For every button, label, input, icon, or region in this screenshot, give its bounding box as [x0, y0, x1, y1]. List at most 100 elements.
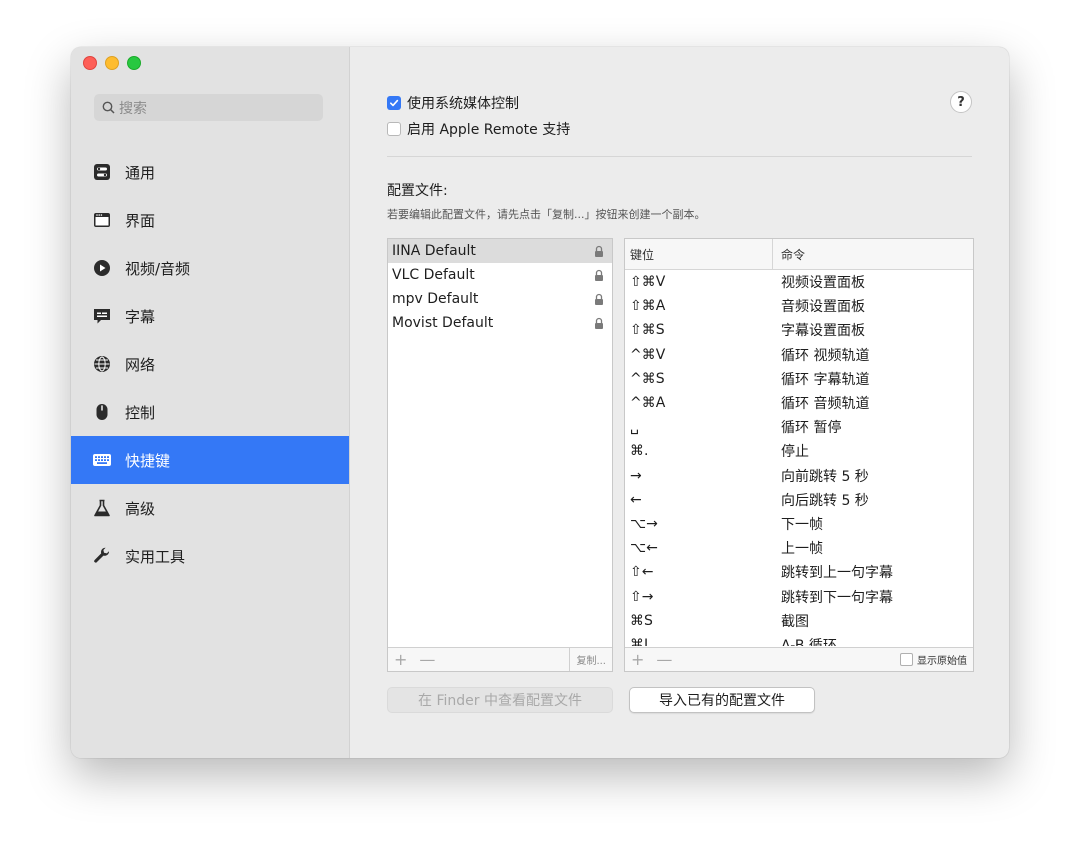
key-binding-rows: ⇧⌘V 视频设置面板 ⇧⌘A 音频设置面板 ⇧⌘S 字幕设置面板 ^⌘V 循环 视频轨道 ^⌘S… — [625, 270, 973, 646]
sidebar-nav: 通用 界面 视频/音频 字幕 网络 控制 快捷键 高级 实用工具 — [71, 148, 349, 580]
command-cell: 截图 — [781, 613, 809, 630]
list-item[interactable]: mpv Default — [388, 287, 612, 311]
sidebar-item-label: 通用 — [125, 163, 156, 182]
key-cell: ⇧← — [630, 564, 654, 581]
command-cell: 向后跳转 5 秒 — [781, 492, 869, 509]
sidebar-item-label: 实用工具 — [125, 547, 186, 566]
sidebar-item-label: 控制 — [125, 403, 156, 422]
key-cell: ␣ — [630, 419, 639, 436]
table-row[interactable]: ⇧→ 跳转到下一句字幕 — [625, 584, 973, 608]
command-cell: 音频设置面板 — [781, 299, 865, 316]
remove-binding-button[interactable]: — — [650, 650, 678, 669]
sidebar-item-label: 快捷键 — [125, 451, 171, 470]
sidebar-item-utilities[interactable]: 实用工具 — [71, 532, 349, 580]
lock-icon — [595, 245, 603, 257]
column-header-key[interactable]: 键位 — [625, 239, 773, 269]
key-cell: ^⌘V — [630, 346, 666, 363]
table-row[interactable]: ^⌘V 循环 视频轨道 — [625, 343, 973, 367]
enable-apple-remote-checkbox[interactable]: 启用 Apple Remote 支持 — [387, 119, 570, 139]
command-cell: 循环 音频轨道 — [781, 396, 870, 413]
use-system-media-control-checkbox[interactable]: 使用系统媒体控制 — [387, 93, 519, 113]
zoom-window-button[interactable] — [127, 56, 141, 70]
list-item[interactable]: VLC Default — [388, 263, 612, 287]
close-window-button[interactable] — [83, 56, 97, 70]
mouse-icon — [91, 401, 113, 423]
sidebar-item-advanced[interactable]: 高级 — [71, 484, 349, 532]
remove-profile-button[interactable]: — — [413, 650, 441, 669]
command-cell: 向前跳转 5 秒 — [781, 468, 869, 485]
add-profile-button[interactable]: + — [388, 650, 413, 669]
switches-icon — [91, 161, 113, 183]
sidebar-item-general[interactable]: 通用 — [71, 148, 349, 196]
profile-list-footer: + — 复制... — [388, 647, 612, 671]
column-header-command[interactable]: 命令 — [773, 246, 805, 263]
table-row[interactable]: ⌥→ 下一帧 — [625, 512, 973, 536]
key-cell: ← — [630, 491, 642, 508]
import-profile-button[interactable]: 导入已有的配置文件 — [629, 687, 815, 713]
table-row[interactable]: ⌘. 停止 — [625, 439, 973, 463]
add-binding-button[interactable]: + — [625, 650, 650, 669]
help-icon: ? — [957, 94, 965, 110]
key-cell: ⌘. — [630, 443, 649, 460]
table-row[interactable]: ⇧⌘A 音频设置面板 — [625, 294, 973, 318]
key-cell: ⇧→ — [630, 588, 654, 605]
search-icon — [102, 101, 115, 114]
checkbox-label: 启用 Apple Remote 支持 — [407, 122, 571, 138]
command-cell: 停止 — [781, 444, 809, 461]
shortcuts-pane: 使用系统媒体控制 启用 Apple Remote 支持 ? 配置文件: 若要编辑… — [350, 47, 1009, 758]
command-cell: 字幕设置面板 — [781, 323, 865, 340]
lock-icon — [595, 317, 603, 329]
table-row[interactable]: ^⌘S 循环 字幕轨道 — [625, 367, 973, 391]
show-in-finder-button[interactable]: 在 Finder 中查看配置文件 — [387, 687, 613, 713]
sidebar-item-network[interactable]: 网络 — [71, 340, 349, 388]
checkbox-unchecked-icon — [387, 122, 401, 136]
sidebar-item-label: 网络 — [125, 355, 156, 374]
table-row[interactable]: ^⌘A 循环 音频轨道 — [625, 391, 973, 415]
key-cell: ⌘L — [630, 636, 652, 646]
sidebar-item-label: 高级 — [125, 499, 156, 518]
help-button[interactable]: ? — [950, 91, 972, 113]
flask-icon — [91, 497, 113, 519]
sidebar-item-control[interactable]: 控制 — [71, 388, 349, 436]
keyboard-icon — [91, 449, 113, 471]
sidebar-item-subtitles[interactable]: 字幕 — [71, 292, 349, 340]
table-row[interactable]: ⌥← 上一帧 — [625, 536, 973, 560]
table-row[interactable]: ␣ 循环 暂停 — [625, 415, 973, 439]
lock-icon — [595, 269, 603, 281]
profile-name: Movist Default — [392, 315, 494, 331]
show-raw-values-checkbox[interactable]: 显示原始值 — [900, 652, 967, 667]
table-row[interactable]: ← 向后跳转 5 秒 — [625, 488, 973, 512]
command-cell: 循环 字幕轨道 — [781, 371, 870, 388]
table-row[interactable]: ⇧⌘V 视频设置面板 — [625, 270, 973, 294]
table-row[interactable]: ⇧⌘S 字幕设置面板 — [625, 318, 973, 342]
table-row[interactable]: ⌘L A-B 循环 — [625, 633, 973, 646]
table-row[interactable]: ⌘S 截图 — [625, 609, 973, 633]
key-cell: ^⌘S — [630, 370, 665, 387]
wrench-icon — [91, 545, 113, 567]
profile-name: IINA Default — [392, 243, 476, 259]
command-cell: 循环 暂停 — [781, 420, 842, 437]
sidebar-item-video-audio[interactable]: 视频/音频 — [71, 244, 349, 292]
search-field[interactable]: 搜索 — [94, 94, 323, 121]
key-cell: ⇧⌘S — [630, 322, 665, 339]
command-cell: 循环 视频轨道 — [781, 347, 870, 364]
command-cell: 跳转到上一句字幕 — [781, 565, 893, 582]
copy-profile-button[interactable]: 复制... — [569, 648, 612, 671]
sidebar-item-interface[interactable]: 界面 — [71, 196, 349, 244]
profile-name: mpv Default — [392, 291, 479, 307]
table-row[interactable]: → 向前跳转 5 秒 — [625, 464, 973, 488]
sidebar-item-label: 视频/音频 — [125, 259, 191, 278]
list-item[interactable]: IINA Default — [388, 239, 612, 263]
sidebar: 搜索 通用 界面 视频/音频 字幕 网络 控制 快捷键 高级 实用工具 — [71, 47, 350, 758]
minimize-window-button[interactable] — [105, 56, 119, 70]
table-row[interactable]: ⇧← 跳转到上一句字幕 — [625, 560, 973, 584]
sidebar-item-shortcuts[interactable]: 快捷键 — [71, 436, 349, 484]
key-bindings-table: 键位 命令 ⇧⌘V 视频设置面板 ⇧⌘A 音频设置面板 ⇧⌘S 字幕设置面板 ^⌘V 循环 视… — [624, 238, 974, 672]
checkbox-label: 使用系统媒体控制 — [407, 96, 519, 112]
key-cell: ⌥→ — [630, 515, 658, 532]
list-item[interactable]: Movist Default — [388, 311, 612, 335]
command-cell: 视频设置面板 — [781, 275, 865, 292]
checkbox-label: 显示原始值 — [917, 656, 967, 667]
lock-icon — [595, 293, 603, 305]
checkbox-checked-icon — [387, 96, 401, 110]
